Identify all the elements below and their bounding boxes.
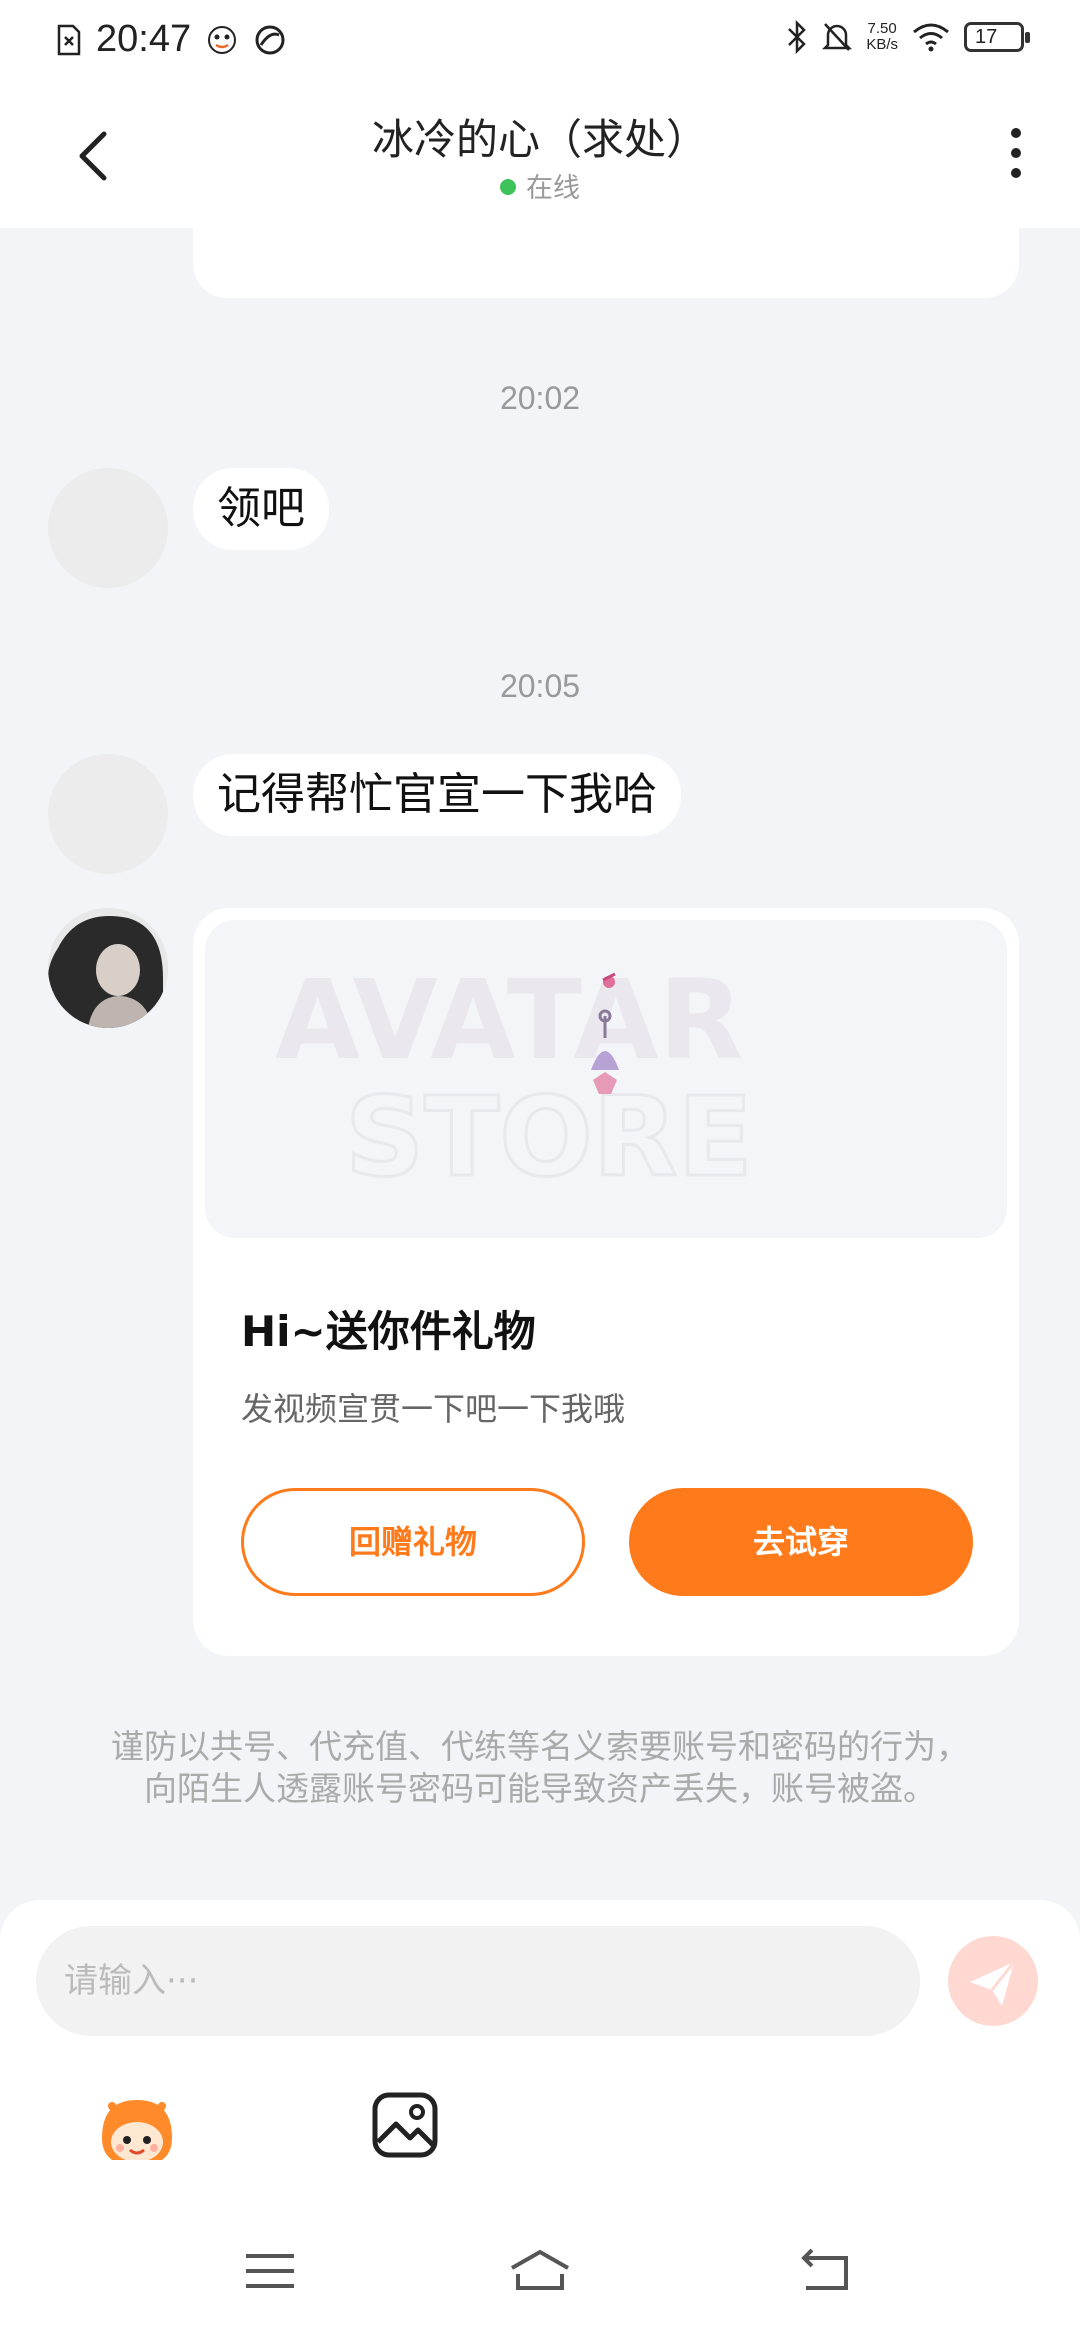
send-button[interactable] [948, 1936, 1038, 2026]
avatar-store-watermark-icon: AVATAR STORE [275, 956, 754, 1203]
avatar[interactable] [48, 908, 168, 1028]
more-dot-icon [1011, 168, 1021, 178]
message-timestamp: 20:02 [499, 380, 581, 416]
message-bubble[interactable]: 领吧 [193, 468, 329, 550]
system-navigation-bar [0, 2160, 1080, 2340]
message-bubble[interactable]: 记得帮忙官宣一下我哈 [193, 754, 681, 836]
more-options-button[interactable] [1004, 128, 1028, 188]
user-photo-icon [48, 908, 168, 1028]
image-icon[interactable] [370, 2090, 440, 2160]
chat-message-list[interactable]: 20:02 领吧 20:05 记得帮忙官宣一下我哈 AVATAR STORE H [0, 228, 1080, 1900]
security-notice: 谨防以共号、代充值、代练等名义索要账号和密码的行为，向陌生人透露账号密码可能导致… [111, 1727, 969, 1808]
more-dot-icon [1011, 128, 1021, 138]
wifi-icon [913, 23, 949, 52]
status-bar: 20:47 7.50 KB/s 17 [0, 0, 1080, 84]
try-on-button[interactable]: 去试穿 [629, 1488, 973, 1596]
speed-value: 7.50 [867, 20, 897, 37]
app-notification-icon-2 [255, 25, 285, 54]
avatar[interactable] [48, 468, 168, 588]
status-time: 20:47 [96, 18, 192, 60]
bluetooth-icon [788, 20, 807, 54]
send-icon [970, 1961, 1016, 2006]
online-status: 在线 [0, 166, 1080, 205]
chat-header: 冰冷的心（求处） 在线 [0, 84, 1080, 228]
previous-gift-card [193, 228, 1019, 298]
watermark-line2: STORE [345, 1073, 753, 1201]
home-nav-icon[interactable] [508, 2246, 572, 2296]
more-dot-icon [1011, 148, 1021, 158]
return-gift-button[interactable]: 回赠礼物 [241, 1488, 585, 1596]
watermark-line1: AVATAR [275, 956, 743, 1084]
gift-title: Hi~送你件礼物 [241, 1307, 536, 1356]
menu-nav-icon[interactable] [240, 2246, 300, 2296]
message-input[interactable] [36, 1926, 920, 2036]
gift-preview-image[interactable]: AVATAR STORE [205, 920, 1007, 1238]
message-timestamp: 20:05 [499, 668, 581, 704]
speed-unit: KB/s [866, 36, 898, 53]
app-notification-icon [208, 25, 237, 54]
sim-card-icon [57, 24, 81, 55]
avatar[interactable] [48, 754, 168, 874]
gift-card: AVATAR STORE Hi~送你件礼物 发视频宣贯一下吧一下我哦 回赠礼物 … [193, 908, 1019, 1656]
chat-title: 冰冷的心（求处） [371, 115, 708, 164]
input-panel [0, 1900, 1080, 2166]
online-dot-icon [500, 179, 516, 195]
back-nav-icon[interactable] [794, 2246, 854, 2296]
mute-icon [822, 23, 853, 51]
gift-subtitle: 发视频宣贯一下吧一下我哦 [241, 1390, 626, 1428]
online-status-label: 在线 [526, 173, 580, 204]
battery-indicator: 17 [964, 22, 1030, 52]
network-speed: 7.50 KB/s [866, 21, 898, 53]
